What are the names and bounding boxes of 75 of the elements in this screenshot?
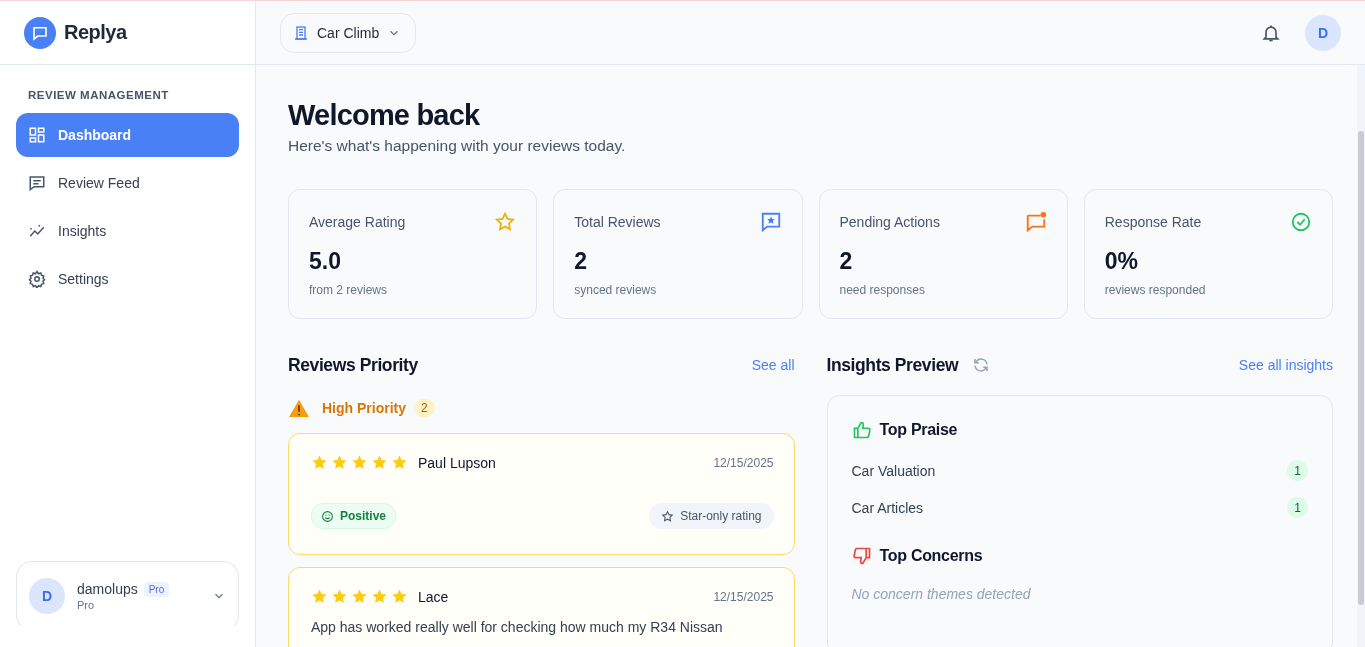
nav-item[interactable]: Review Feed [16, 161, 239, 205]
stat-label: Response Rate [1104, 214, 1202, 230]
page-title: Welcome back [288, 98, 481, 133]
see-all-link[interactable]: See all [751, 357, 795, 373]
star-icon [371, 454, 388, 471]
smile-icon [321, 509, 334, 523]
section-title: Insights Preview [826, 354, 959, 376]
user-avatar[interactable]: D [1305, 14, 1341, 51]
star-icon [351, 454, 368, 471]
priority-count: 2 [414, 399, 435, 417]
message-alert-icon [1024, 211, 1047, 233]
review-card[interactable]: Paul Lupson 12/15/2025 Positive Star-only rating [288, 433, 795, 555]
theme-label: Car Valuation [851, 462, 936, 479]
stat-note: need responses [839, 283, 926, 297]
star-icon [311, 588, 328, 605]
priority-label: High Priority [322, 400, 406, 416]
scrollbar[interactable] [1357, 65, 1365, 647]
star-icon [371, 588, 388, 605]
insight-heading: Top Praise [879, 421, 958, 439]
reviewer-name: Paul Lupson [418, 454, 497, 471]
empty-message: No concern themes detected [851, 586, 1032, 602]
user-plan: Pro [77, 599, 96, 611]
section-label: REVIEW MANAGEMENT [27, 88, 170, 103]
thumbs-up-icon [851, 420, 872, 440]
review-text: App has worked really well for checking how much my R34 Nissan [311, 619, 724, 635]
message-star-icon [759, 211, 782, 233]
check-circle-icon [1290, 211, 1312, 233]
page-subtitle: Here's what's happening with your reviews today. [288, 137, 627, 155]
logo-icon [24, 16, 56, 49]
dashboard-icon [28, 126, 46, 144]
settings-icon [28, 270, 46, 288]
theme-count: 1 [1287, 497, 1308, 518]
star-icon [351, 588, 368, 605]
business-selector[interactable]: Car Climb [280, 12, 417, 53]
stat-note: reviews responded [1104, 283, 1207, 297]
user-name: damolups [77, 581, 138, 597]
section-title: Reviews Priority [288, 354, 418, 376]
stat-label: Total Reviews [574, 214, 661, 230]
stat-note: from 2 reviews [309, 283, 389, 297]
star-icon [391, 454, 408, 471]
star-icon [494, 211, 517, 233]
star-icon [391, 588, 408, 605]
review-card[interactable]: Lace 12/15/2025 App has worked really well for checking how much my R34 Nissan [288, 567, 795, 647]
thumbs-down-icon [851, 546, 872, 566]
stat-note: synced reviews [574, 283, 658, 297]
star-outline-icon [661, 509, 675, 523]
stat-value: 2 [839, 248, 854, 275]
rating-tag: Star-only rating [649, 503, 774, 529]
nav-item[interactable]: Settings [16, 257, 239, 301]
plan-badge: Pro [143, 581, 170, 597]
sentiment-badge: Positive [311, 503, 397, 529]
star-icon [311, 454, 328, 471]
see-all-insights-link[interactable]: See all insights [1238, 357, 1333, 373]
theme-label: Car Articles [851, 499, 924, 516]
stat-value: 0% [1104, 248, 1139, 275]
app-name: Replya [64, 21, 127, 44]
refresh-icon[interactable] [972, 356, 991, 374]
warning-icon [288, 398, 310, 418]
insight-heading: Top Concerns [879, 547, 983, 565]
nav-item[interactable]: Dashboard [16, 113, 239, 157]
theme-count: 1 [1287, 460, 1308, 481]
stat-value: 2 [574, 248, 589, 275]
star-icon [331, 588, 348, 605]
reviewer-name: Lace [418, 588, 450, 605]
star-icon [331, 454, 348, 471]
stat-label: Average Rating [309, 214, 406, 230]
building-icon [293, 24, 309, 41]
user-avatar: D [29, 578, 65, 614]
review-date: 12/15/2025 [713, 455, 774, 470]
message-icon [28, 174, 46, 192]
scrollbar-thumb[interactable] [1358, 131, 1364, 605]
stat-label: Pending Actions [839, 214, 940, 230]
nav-item[interactable]: Insights [16, 209, 239, 253]
review-date: 12/15/2025 [713, 589, 774, 604]
stat-value: 5.0 [309, 248, 342, 275]
